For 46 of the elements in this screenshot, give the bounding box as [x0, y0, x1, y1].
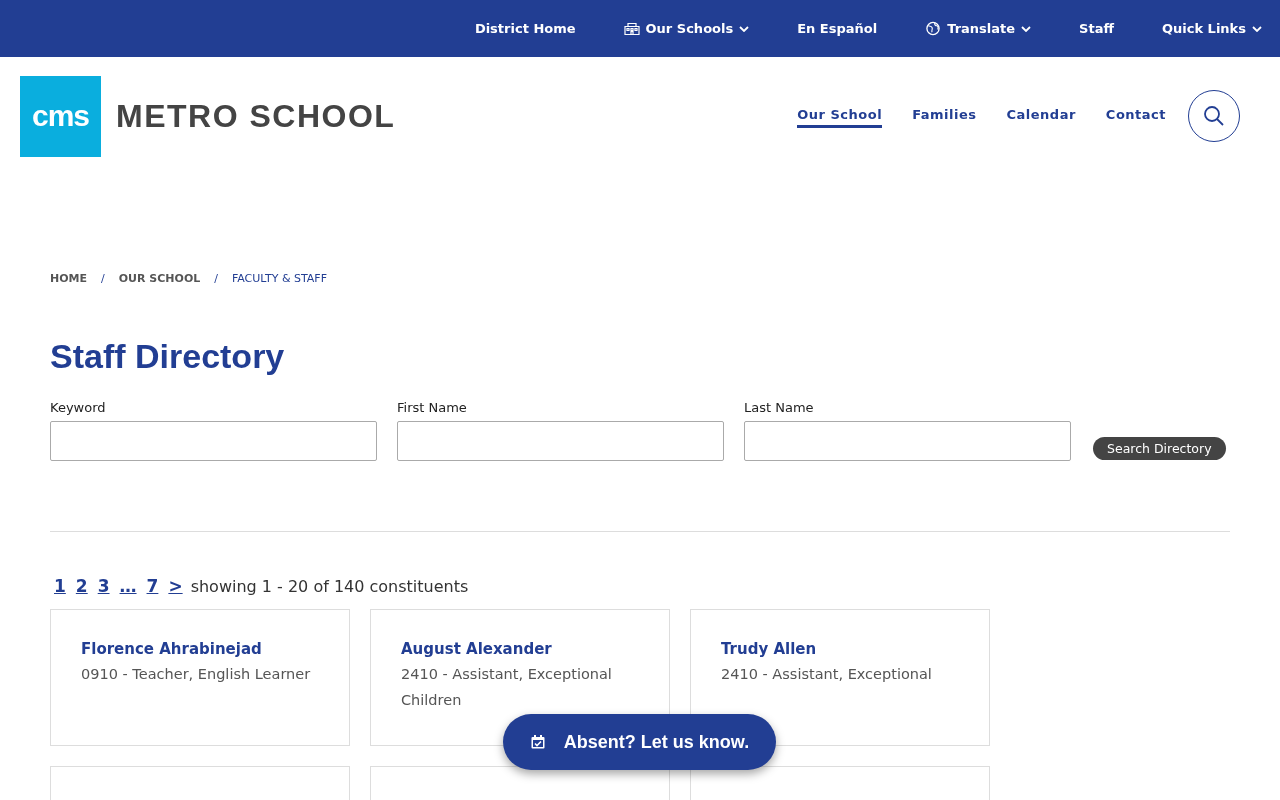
- top-nav-link[interactable]: Our Schools: [623, 21, 750, 36]
- page-link[interactable]: 7: [146, 576, 159, 596]
- top-nav-link[interactable]: Quick Links: [1161, 21, 1262, 36]
- breadcrumb-link[interactable]: FACULTY & STAFF: [231, 272, 327, 285]
- main-nav-link[interactable]: Contact: [1105, 107, 1166, 128]
- page-title: Staff Directory: [50, 337, 286, 377]
- page-link[interactable]: 1: [54, 576, 66, 596]
- top-nav-link[interactable]: District Home: [474, 21, 576, 36]
- top-nav-link[interactable]: Translate: [925, 21, 1032, 36]
- page-link[interactable]: 2: [75, 576, 88, 596]
- main-nav-link[interactable]: Families: [912, 107, 977, 128]
- staff-name-link[interactable]: August Alexander: [401, 640, 645, 658]
- page-link[interactable]: …: [119, 576, 137, 596]
- staff-name-link[interactable]: Florence Ahrabinejad: [81, 640, 325, 658]
- page-link[interactable]: >: [168, 576, 183, 596]
- field-label: Last Name: [744, 400, 815, 415]
- top-nav-link[interactable]: En Español: [797, 21, 878, 36]
- breadcrumb-separator: /: [101, 272, 105, 285]
- school-name: METRO SCHOOL: [116, 97, 396, 135]
- search-icon: [1202, 104, 1226, 128]
- input-field[interactable]: [744, 421, 1071, 461]
- field-label: Keyword: [50, 400, 107, 415]
- main-nav-link[interactable]: Calendar: [1006, 107, 1076, 128]
- staff-role: 2410 - Assistant, Exceptional: [721, 665, 933, 684]
- breadcrumb-separator: /: [214, 272, 218, 285]
- input-field[interactable]: [397, 421, 724, 461]
- input-field[interactable]: [50, 421, 377, 461]
- results-summary: showing 1 - 20 of 140 constituents: [190, 576, 469, 596]
- breadcrumb-link[interactable]: OUR SCHOOL: [118, 272, 201, 285]
- building-icon: [623, 21, 640, 36]
- top-nav-link[interactable]: Staff: [1079, 21, 1114, 36]
- globe-icon: [925, 21, 942, 36]
- search-directory-button[interactable]: Search Directory: [1093, 437, 1226, 460]
- breadcrumb-link[interactable]: HOME: [50, 272, 88, 285]
- chevron-down-icon: [1252, 25, 1262, 32]
- search-button[interactable]: [1188, 90, 1240, 142]
- staff-role: 0910 - Teacher, English Learner: [81, 665, 312, 684]
- calendar-check-icon: [529, 734, 546, 750]
- chevron-down-icon: [739, 25, 750, 32]
- page-link[interactable]: 3: [97, 576, 110, 596]
- chevron-down-icon: [1021, 25, 1032, 32]
- staff-role: 2410 - Assistant, Exceptional Children: [401, 665, 613, 710]
- absent-report-button[interactable]: Absent? Let us know.: [503, 714, 776, 770]
- main-nav-link[interactable]: Our School: [797, 107, 883, 128]
- staff-name-link[interactable]: Trudy Allen: [721, 640, 965, 658]
- field-label: First Name: [397, 400, 468, 415]
